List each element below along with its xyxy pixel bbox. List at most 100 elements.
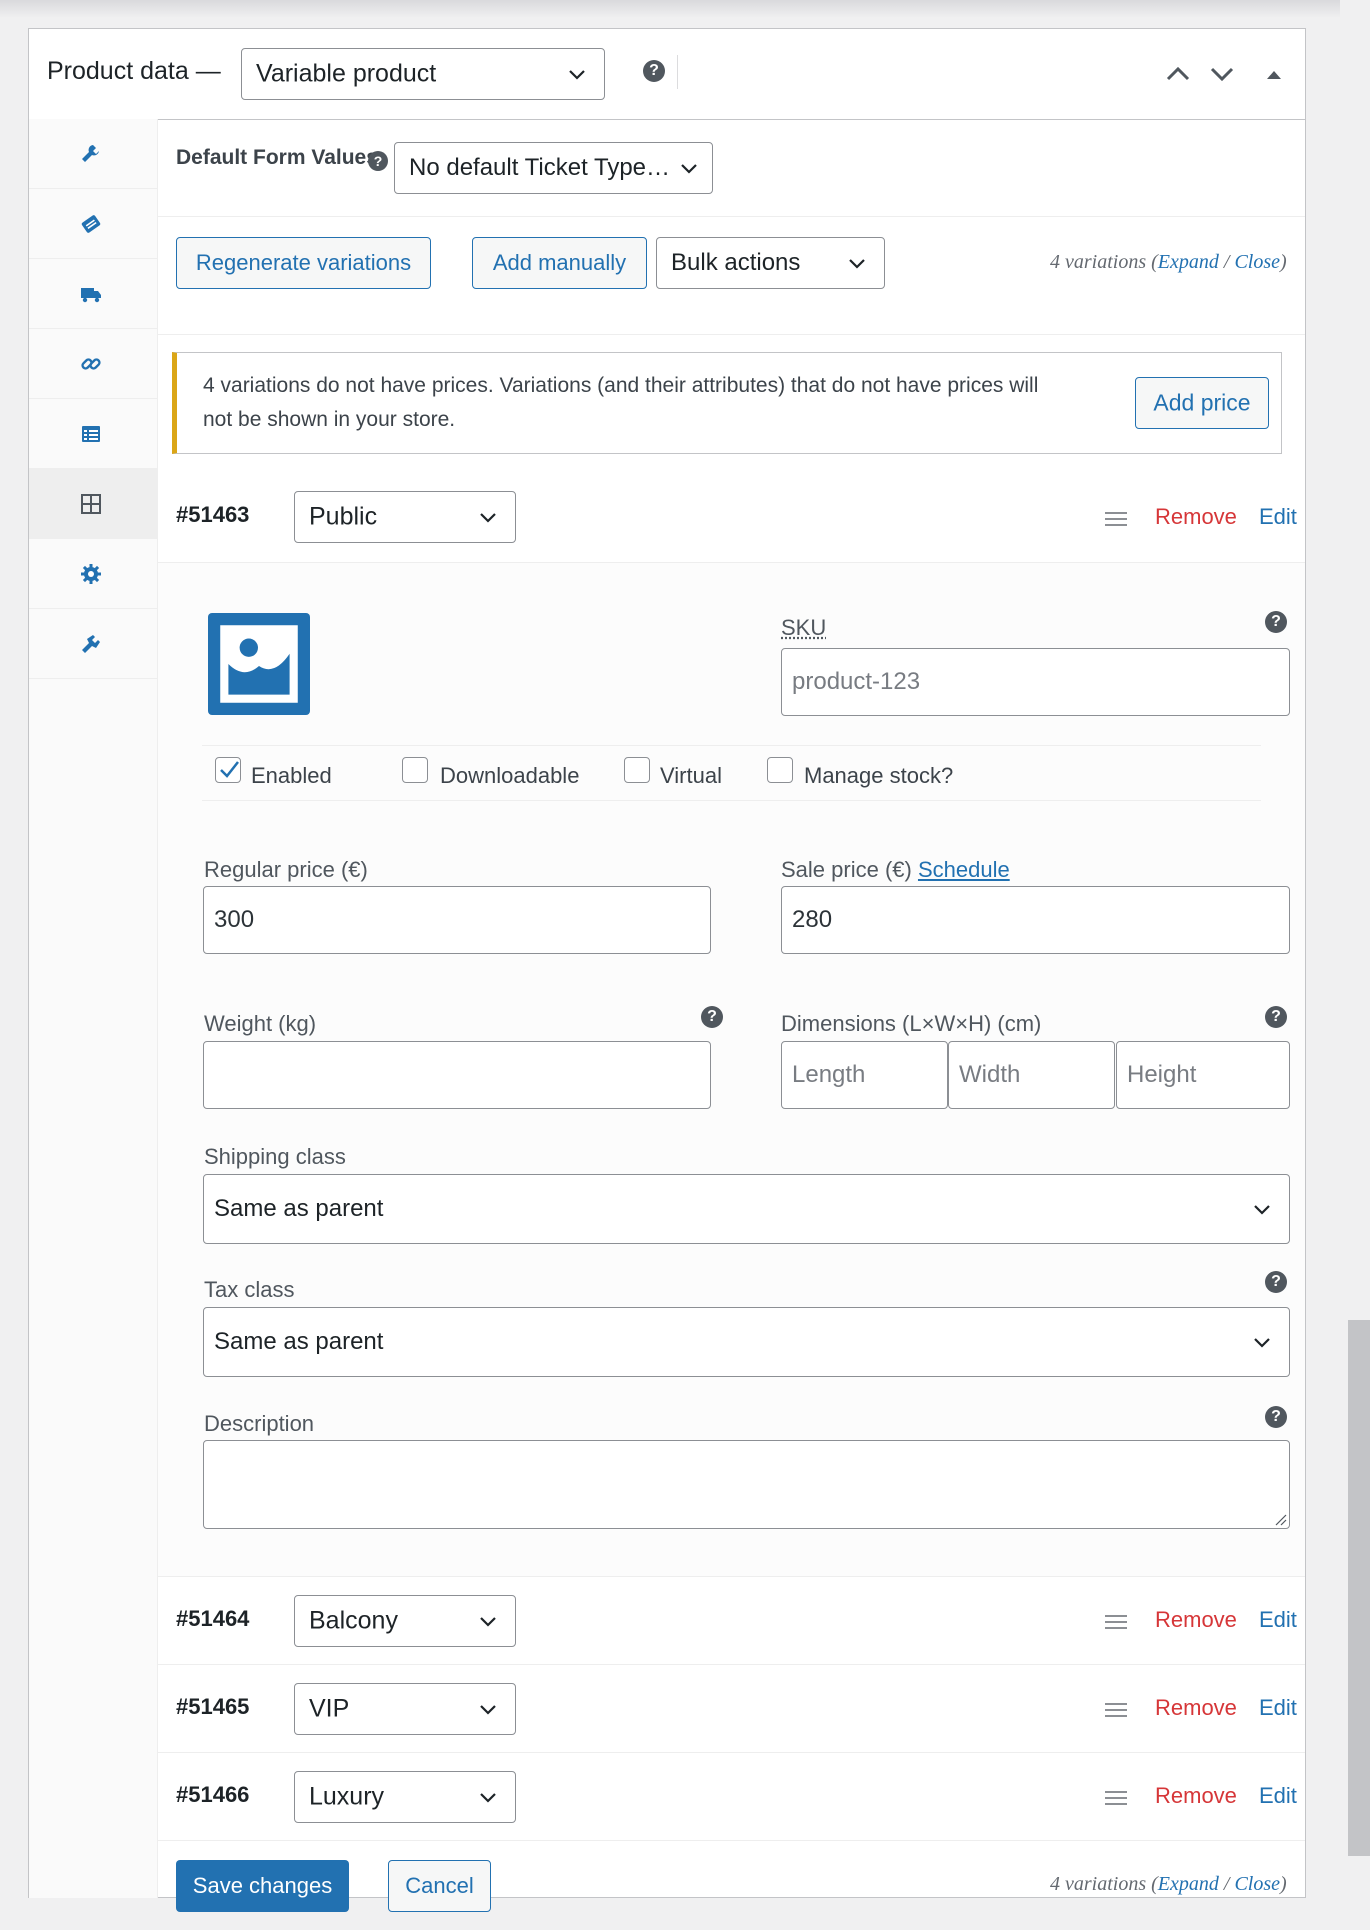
close-link[interactable]: Close [1234, 251, 1280, 273]
tab-attributes[interactable] [29, 399, 157, 469]
variation-id: #51464 [176, 1606, 250, 1631]
edit-variation-link[interactable]: Edit [1259, 504, 1297, 530]
drag-handle-icon[interactable] [1105, 511, 1127, 527]
expand-link[interactable]: Expand [1158, 1873, 1219, 1895]
sku-input[interactable]: product-123 [781, 648, 1290, 716]
divider [158, 216, 1305, 217]
checkmark-icon [220, 761, 239, 778]
chevron-down-icon [480, 1793, 496, 1803]
tab-advanced[interactable] [29, 539, 157, 609]
add-price-button[interactable]: Add price [1135, 377, 1269, 429]
height-input[interactable]: Height [1116, 1041, 1290, 1109]
help-icon[interactable]: ? [1265, 1006, 1287, 1028]
schedule-link[interactable]: Schedule [918, 857, 1010, 882]
variation-id: #51465 [176, 1694, 250, 1719]
help-icon[interactable]: ? [1265, 611, 1287, 633]
chevron-down-icon [849, 259, 865, 269]
shipping-class-label: Shipping class [204, 1144, 346, 1169]
notice-message: 4 variations do not have prices. Variati… [203, 374, 1039, 431]
edit-variation-link[interactable]: Edit [1259, 1695, 1297, 1721]
tab-shipping[interactable] [29, 259, 157, 329]
length-placeholder: Length [792, 1061, 866, 1088]
width-input[interactable]: Width [948, 1041, 1115, 1109]
help-icon[interactable]: ? [1265, 1406, 1287, 1428]
tab-general[interactable] [29, 119, 157, 189]
variation-type-select[interactable]: Balcony [294, 1595, 516, 1647]
drag-handle-icon[interactable] [1105, 1702, 1127, 1718]
variation-type-select[interactable]: Public [294, 491, 516, 543]
downloadable-checkbox[interactable] [402, 757, 428, 783]
variation-image-placeholder[interactable] [208, 613, 310, 715]
downloadable-label: Downloadable [440, 763, 580, 788]
sale-price-input[interactable]: 280 [781, 886, 1290, 954]
weight-input[interactable] [203, 1041, 711, 1109]
enabled-label: Enabled [251, 763, 332, 788]
move-up-icon[interactable] [1163, 59, 1193, 89]
tax-class-select[interactable]: Same as parent [203, 1307, 1290, 1377]
shipping-class-select[interactable]: Same as parent [203, 1174, 1290, 1244]
help-icon[interactable]: ? [368, 151, 388, 171]
tax-class-value: Same as parent [214, 1328, 384, 1355]
divider [158, 1840, 1305, 1841]
product-data-panel: Product data — Variable product ? Defaul… [28, 28, 1306, 1912]
width-placeholder: Width [959, 1061, 1021, 1088]
save-changes-button[interactable]: Save changes [176, 1860, 349, 1912]
variation-type-select[interactable]: VIP [294, 1683, 516, 1735]
sale-price-label-text: Sale price (€) [781, 857, 912, 882]
edit-variation-link[interactable]: Edit [1259, 1607, 1297, 1633]
bulk-actions-select[interactable]: Bulk actions [656, 237, 885, 289]
tab-variations[interactable] [29, 469, 157, 539]
variation-type-select[interactable]: Luxury [294, 1771, 516, 1823]
regular-price-value: 300 [214, 906, 255, 933]
plugin-icon [82, 635, 100, 653]
header-divider [677, 55, 678, 89]
default-ticket-type-value: No default Ticket Type… [409, 154, 671, 181]
paren-text: ) [1280, 1873, 1287, 1895]
help-icon[interactable]: ? [1265, 1271, 1287, 1293]
shipping-class-value: Same as parent [214, 1195, 384, 1222]
truck-icon [81, 288, 101, 303]
chevron-down-icon [480, 513, 496, 523]
default-ticket-type-select[interactable]: No default Ticket Type… [394, 142, 713, 194]
remove-variation-link[interactable]: Remove [1155, 1695, 1237, 1721]
add-manually-button[interactable]: Add manually [472, 237, 647, 289]
drag-handle-icon[interactable] [1105, 1790, 1127, 1806]
regenerate-variations-button[interactable]: Regenerate variations [176, 237, 431, 289]
scrollbar-thumb[interactable] [1348, 1320, 1370, 1856]
variation-details: SKU ? product-123 Enabled Downloadable V… [158, 562, 1305, 1577]
remove-variation-link[interactable]: Remove [1155, 504, 1237, 530]
dimensions-label: Dimensions (L×W×H) (cm) [781, 1011, 1042, 1036]
resize-handle-icon[interactable] [1273, 1512, 1287, 1526]
collapse-panel-icon[interactable] [1259, 59, 1289, 89]
tab-inventory[interactable] [29, 189, 157, 259]
product-data-tabs [29, 119, 158, 1898]
manage-stock-label: Manage stock? [804, 763, 954, 788]
remove-variation-link[interactable]: Remove [1155, 1783, 1237, 1809]
top-shadow [0, 0, 1340, 18]
move-down-icon[interactable] [1207, 59, 1237, 89]
tab-linked-products[interactable] [29, 329, 157, 399]
separator-text: / [1218, 251, 1235, 273]
product-type-select[interactable]: Variable product [241, 48, 605, 100]
edit-variation-link[interactable]: Edit [1259, 1783, 1297, 1809]
description-textarea[interactable] [203, 1440, 1290, 1529]
help-icon[interactable]: ? [643, 60, 665, 82]
expand-link[interactable]: Expand [1158, 251, 1219, 273]
remove-variation-link[interactable]: Remove [1155, 1607, 1237, 1633]
tab-get-more-options[interactable] [29, 609, 157, 679]
chevron-down-icon [1254, 1205, 1270, 1215]
separator-text: / [1218, 1873, 1235, 1895]
manage-stock-checkbox[interactable] [767, 757, 793, 783]
drag-handle-icon[interactable] [1105, 1614, 1127, 1630]
variation-type-value: Luxury [309, 1782, 385, 1811]
enabled-checkbox[interactable] [215, 757, 241, 783]
length-input[interactable]: Length [781, 1041, 948, 1109]
regenerate-variations-label: Regenerate variations [195, 250, 412, 275]
sale-price-value: 280 [792, 906, 833, 933]
cancel-button[interactable]: Cancel [388, 1860, 491, 1912]
regular-price-input[interactable]: 300 [203, 886, 711, 954]
virtual-checkbox[interactable] [624, 757, 650, 783]
help-icon[interactable]: ? [701, 1006, 723, 1028]
close-link[interactable]: Close [1234, 1873, 1280, 1895]
bulk-actions-value: Bulk actions [671, 249, 801, 276]
